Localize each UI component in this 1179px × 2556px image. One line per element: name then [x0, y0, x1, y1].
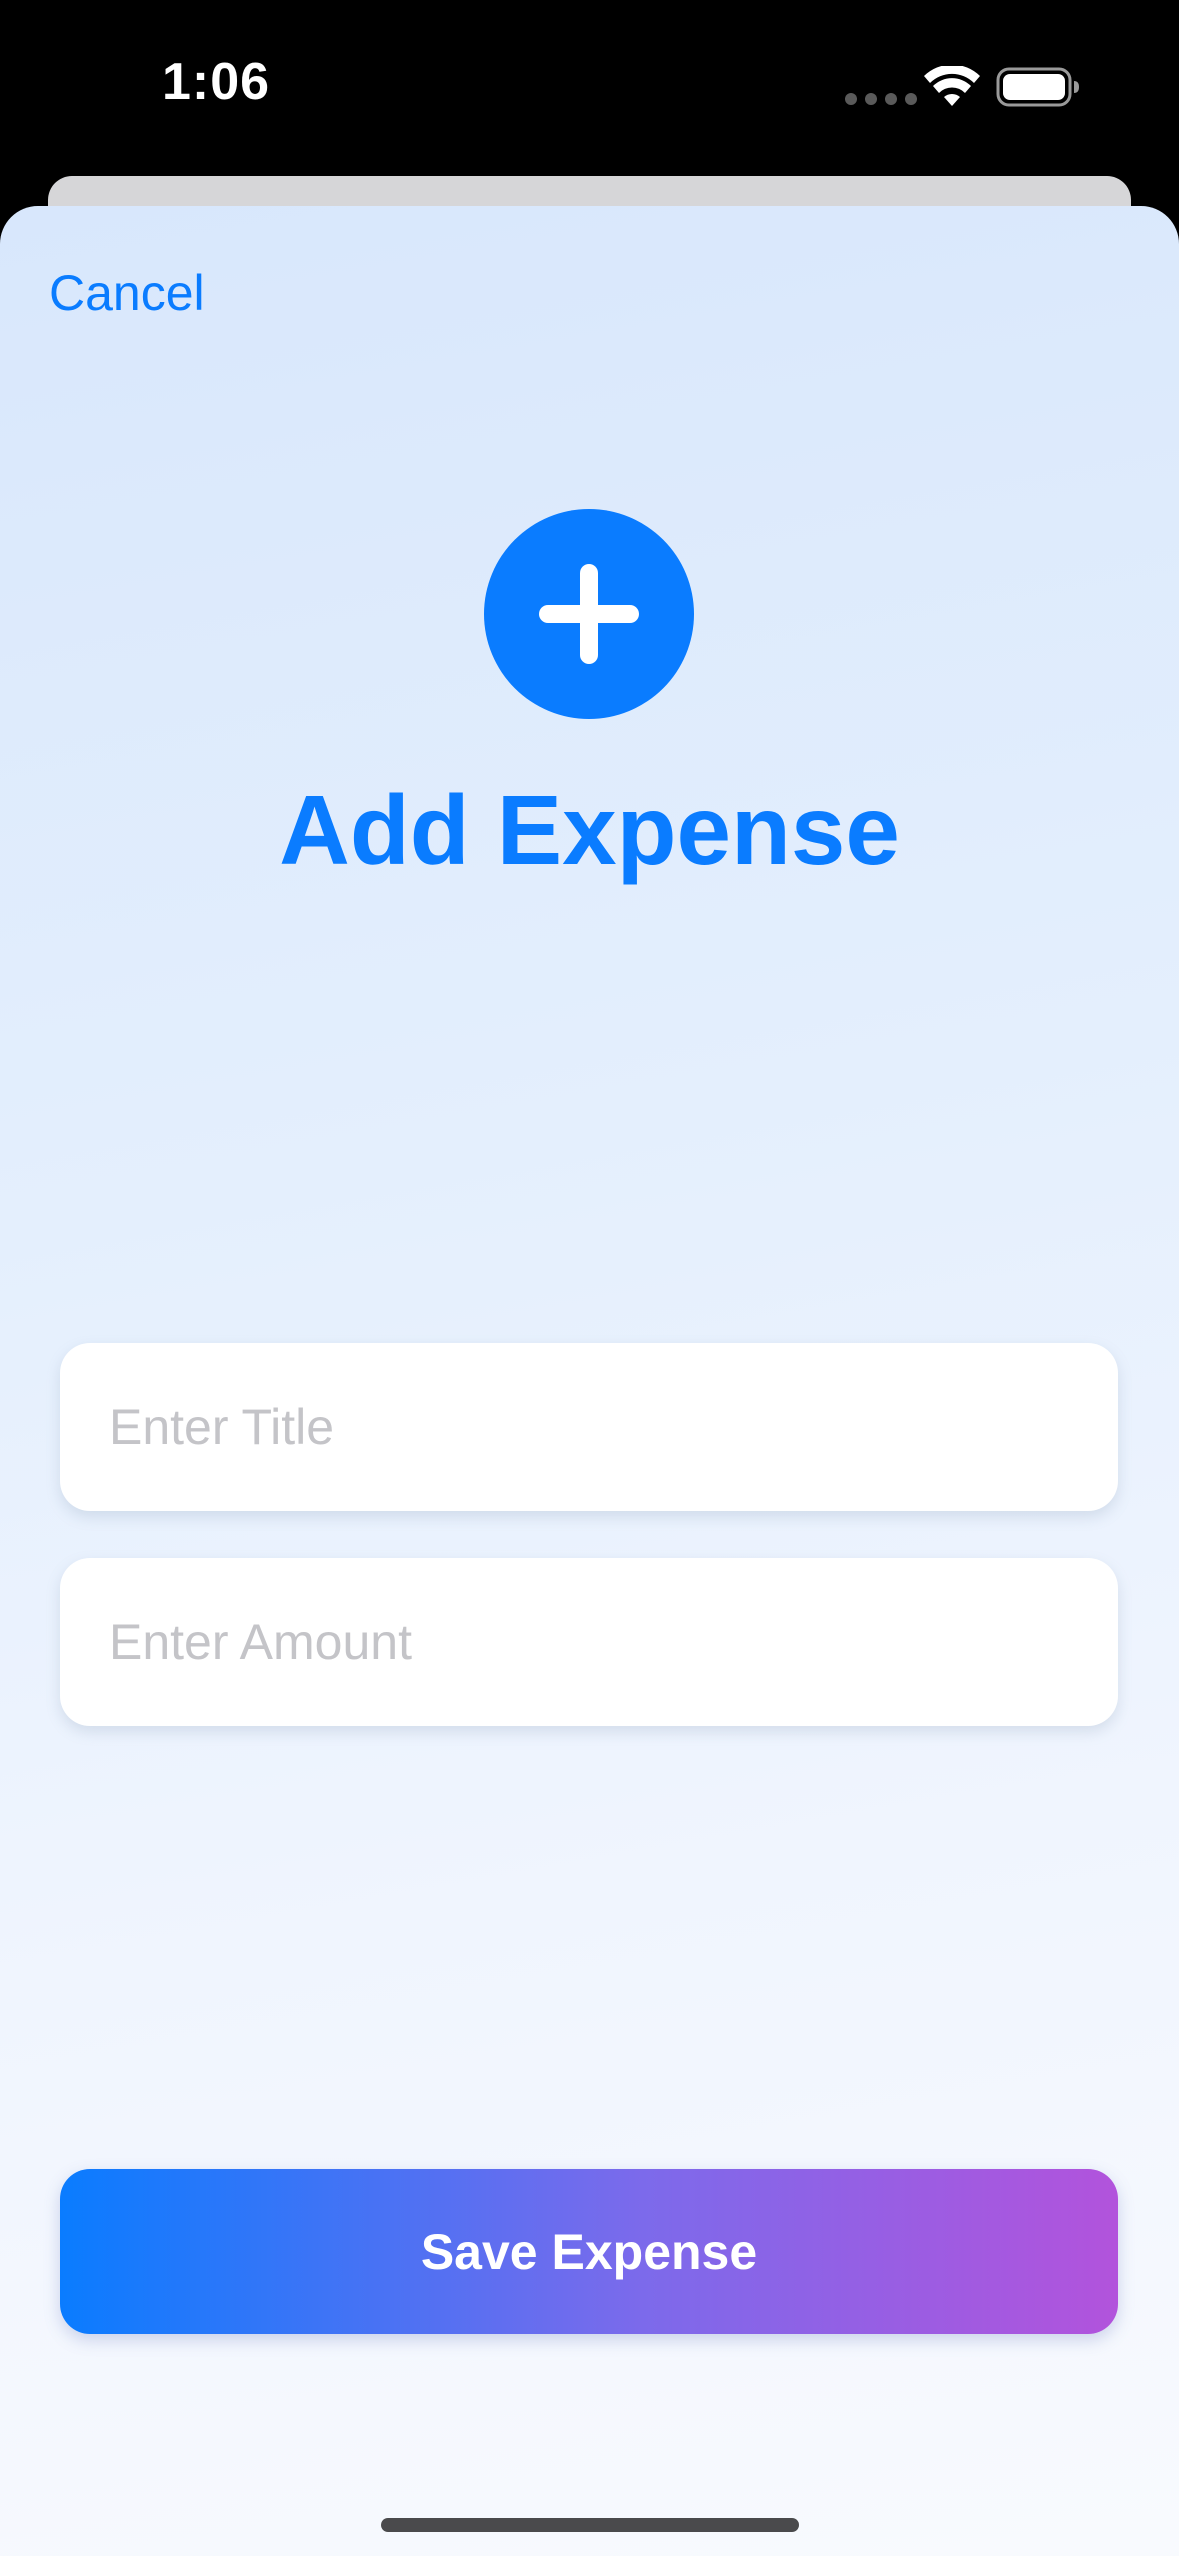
amount-field[interactable] — [60, 1558, 1118, 1726]
title-field[interactable] — [60, 1343, 1118, 1511]
add-expense-sheet: Cancel Add Expense Save Expense — [0, 206, 1179, 2556]
signal-dots-icon — [845, 93, 917, 105]
status-time: 1:06 — [162, 53, 271, 111]
page-title: Add Expense — [279, 775, 900, 885]
save-expense-button[interactable]: Save Expense — [60, 2169, 1118, 2334]
amount-input[interactable] — [109, 1558, 1069, 1726]
battery-icon — [996, 67, 1079, 107]
plus-circle-icon — [484, 509, 694, 719]
status-bar: 1:06 — [0, 0, 1179, 176]
title-input[interactable] — [109, 1343, 1069, 1511]
home-indicator — [381, 2518, 799, 2532]
cancel-button[interactable]: Cancel — [49, 264, 205, 322]
wifi-icon — [924, 66, 980, 106]
